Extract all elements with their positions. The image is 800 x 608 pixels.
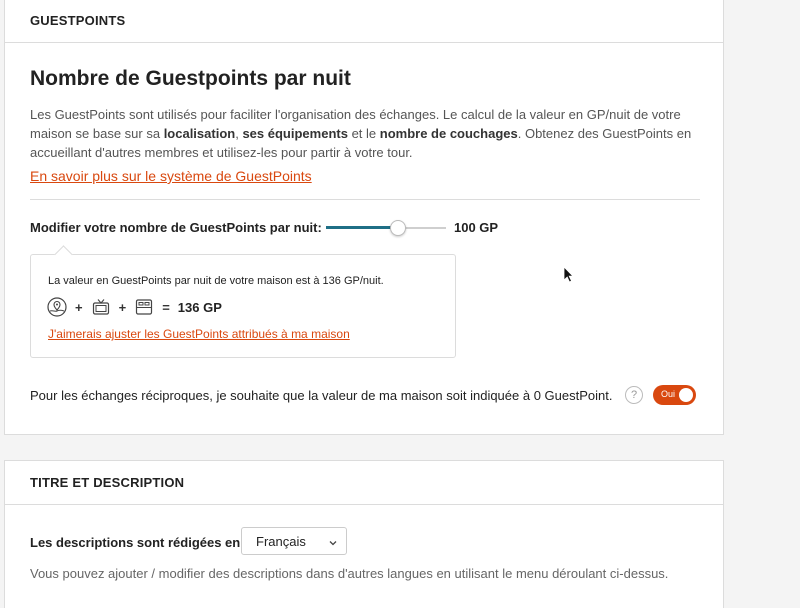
gp-info-text: La valeur en GuestPoints par nuit de vot…	[48, 275, 384, 287]
tv-icon	[91, 297, 111, 317]
language-selected: Français	[256, 533, 306, 549]
slider-thumb[interactable]	[390, 220, 406, 236]
reciprocal-toggle[interactable]: Oui	[653, 385, 696, 405]
toggle-knob	[679, 388, 693, 402]
adjust-guestpoints-link[interactable]: J'aimerais ajuster les GuestPoints attri…	[48, 327, 350, 341]
location-icon	[47, 297, 67, 317]
slider-fill	[326, 226, 398, 229]
title-description-card: TITRE ET DESCRIPTION Les descriptions so…	[4, 460, 724, 608]
equals-sign: =	[162, 299, 170, 315]
gp-info-box: La valeur en GuestPoints par nuit de vot…	[30, 254, 456, 358]
gp-total: 136 GP	[177, 299, 222, 315]
toggle-label: Oui	[661, 389, 676, 399]
plus-sign: +	[118, 299, 127, 315]
title-description-header: TITRE ET DESCRIPTION	[5, 461, 723, 505]
reciprocal-exchange-text: Pour les échanges réciproques, je souhai…	[30, 388, 613, 403]
guestpoints-title: Nombre de Guestpoints par nuit	[30, 67, 351, 90]
divider	[30, 199, 700, 200]
learn-more-link[interactable]: En savoir plus sur le système de GuestPo…	[30, 168, 312, 184]
language-label: Les descriptions sont rédigées en :	[30, 535, 249, 550]
gp-formula: + + = 136 GP	[47, 297, 222, 317]
modify-guestpoints-label: Modifier votre nombre de GuestPoints par…	[30, 220, 322, 235]
guestpoints-slider[interactable]	[326, 220, 446, 236]
help-icon[interactable]: ?	[625, 386, 643, 404]
plus-sign: +	[75, 299, 83, 315]
slider-value: 100 GP	[454, 220, 499, 235]
guestpoints-header: GUESTPOINTS	[5, 0, 723, 43]
language-help-text: Vous pouvez ajouter / modifier des descr…	[30, 566, 669, 581]
bed-icon	[134, 297, 154, 317]
chevron-down-icon	[328, 536, 338, 551]
guestpoints-description: Les GuestPoints sont utilisés pour facil…	[30, 107, 692, 160]
guestpoints-card: GUESTPOINTS Nombre de Guestpoints par nu…	[4, 0, 724, 435]
language-select[interactable]: Français	[241, 527, 347, 555]
mouse-cursor-icon	[563, 266, 575, 284]
